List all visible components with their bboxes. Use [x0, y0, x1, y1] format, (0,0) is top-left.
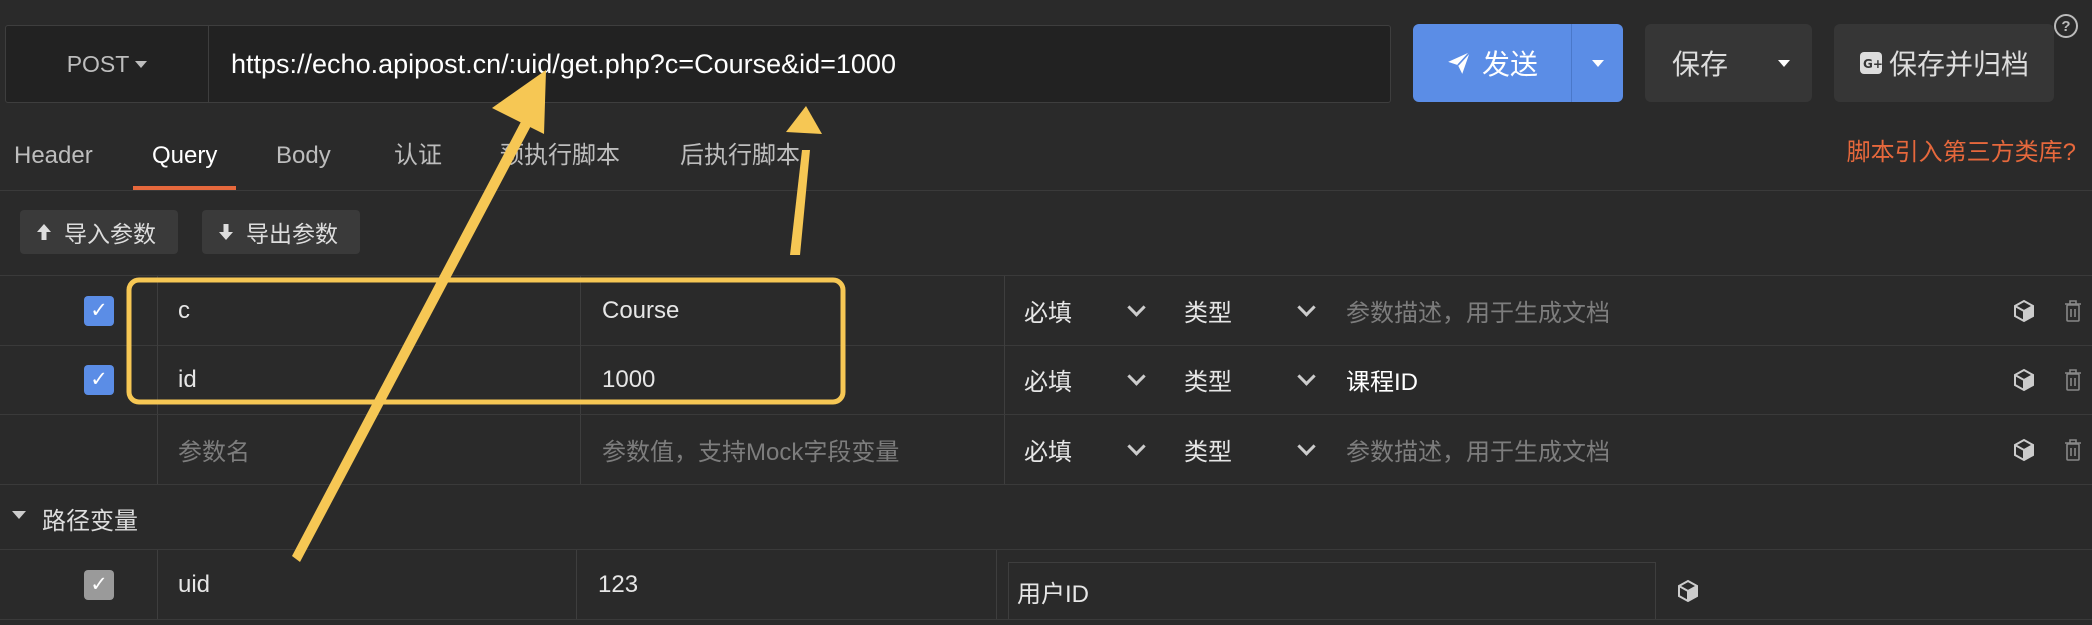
- trash-icon[interactable]: [2064, 368, 2082, 391]
- cube-icon[interactable]: [2012, 368, 2036, 392]
- path-param-value[interactable]: 123: [598, 550, 638, 619]
- chevron-down-icon: [1297, 367, 1316, 386]
- type-select[interactable]: 类型: [1184, 345, 1316, 414]
- collapse-triangle-icon: [12, 511, 26, 519]
- table-row: ✓ uid 123 用户ID: [0, 550, 2092, 620]
- tab-auth[interactable]: 认证: [394, 132, 442, 190]
- tab-body[interactable]: Body: [276, 132, 331, 190]
- method-label: POST: [66, 50, 130, 77]
- param-desc[interactable]: 课程ID: [1346, 345, 1418, 414]
- tab-header[interactable]: Header: [14, 132, 93, 190]
- new-param-name[interactable]: 参数名: [178, 415, 250, 484]
- url-bar: POST: [5, 25, 1391, 103]
- chevron-down-icon: [1297, 437, 1316, 456]
- tab-query[interactable]: Query: [133, 132, 237, 190]
- new-param-value[interactable]: 参数值，支持Mock字段变量: [602, 415, 899, 484]
- method-select[interactable]: POST: [6, 26, 209, 102]
- param-name[interactable]: c: [178, 276, 190, 345]
- cube-icon[interactable]: [1676, 579, 1700, 603]
- url-input[interactable]: [209, 26, 1390, 102]
- cube-icon[interactable]: [2012, 299, 2036, 323]
- save-label: 保存: [1671, 49, 1728, 80]
- send-button-group: 发送: [1413, 24, 1623, 102]
- caret-down-icon: [135, 60, 148, 68]
- save-button-group: 保存: [1645, 24, 1812, 102]
- param-value[interactable]: Course: [602, 276, 679, 345]
- archive-badge-icon: G+: [1859, 52, 1883, 74]
- paper-plane-icon: [1448, 51, 1471, 74]
- export-params-button[interactable]: 导出参数: [202, 210, 360, 254]
- param-desc[interactable]: 参数描述，用于生成文档: [1346, 276, 1610, 345]
- new-param-desc[interactable]: 参数描述，用于生成文档: [1346, 415, 1610, 484]
- send-label: 发送: [1481, 49, 1538, 80]
- path-param-name[interactable]: uid: [178, 550, 210, 619]
- import-params-button[interactable]: 导入参数: [20, 210, 178, 254]
- svg-text:G+: G+: [1863, 57, 1883, 71]
- chevron-down-icon: [1297, 298, 1316, 317]
- chevron-down-icon: [1127, 298, 1146, 317]
- trash-icon[interactable]: [2064, 299, 2082, 322]
- required-select[interactable]: 必填: [1024, 415, 1146, 484]
- request-tabs: Header Query Body 认证 预执行脚本 后执行脚本: [0, 120, 2092, 191]
- type-select[interactable]: 类型: [1184, 276, 1316, 345]
- third-party-library-link[interactable]: 脚本引入第三方类库?: [1847, 132, 2076, 167]
- help-icon[interactable]: ?: [2054, 14, 2078, 38]
- trash-icon[interactable]: [2064, 438, 2082, 461]
- type-select[interactable]: 类型: [1184, 415, 1316, 484]
- save-archive-button[interactable]: G+ 保存并归档: [1834, 24, 2054, 102]
- arrow-down-icon: [219, 224, 233, 240]
- caret-down-icon: [1591, 59, 1604, 67]
- table-row: ✓ id 1000 必填 类型 课程ID: [0, 345, 2092, 415]
- row-checkbox[interactable]: ✓: [84, 569, 114, 600]
- send-button[interactable]: 发送: [1413, 24, 1572, 102]
- table-row: ✓ c Course 必填 类型 参数描述，用于生成文档: [0, 275, 2092, 346]
- chevron-down-icon: [1127, 437, 1146, 456]
- row-checkbox[interactable]: ✓: [84, 295, 114, 326]
- tab-pre-script[interactable]: 预执行脚本: [500, 132, 620, 190]
- cube-icon[interactable]: [2012, 438, 2036, 462]
- required-select[interactable]: 必填: [1024, 276, 1146, 345]
- path-variables-label: 路径变量: [42, 508, 138, 535]
- save-dropdown-button[interactable]: [1755, 24, 1812, 102]
- arrow-up-icon: [37, 224, 51, 240]
- chevron-down-icon: [1127, 367, 1146, 386]
- required-select[interactable]: 必填: [1024, 345, 1146, 414]
- path-variables-header[interactable]: 路径变量: [0, 480, 2092, 550]
- table-row-new: 参数名 参数值，支持Mock字段变量 必填 类型 参数描述，用于生成文档: [0, 415, 2092, 485]
- path-param-desc[interactable]: 用户ID: [1008, 562, 1656, 619]
- caret-down-icon: [1777, 59, 1790, 67]
- param-value[interactable]: 1000: [602, 345, 655, 414]
- param-name[interactable]: id: [178, 345, 197, 414]
- save-button[interactable]: 保存: [1645, 24, 1755, 102]
- row-checkbox[interactable]: ✓: [84, 364, 114, 395]
- save-archive-label: 保存并归档: [1888, 49, 2029, 80]
- tab-post-script[interactable]: 后执行脚本: [680, 132, 800, 190]
- send-dropdown-button[interactable]: [1572, 24, 1623, 102]
